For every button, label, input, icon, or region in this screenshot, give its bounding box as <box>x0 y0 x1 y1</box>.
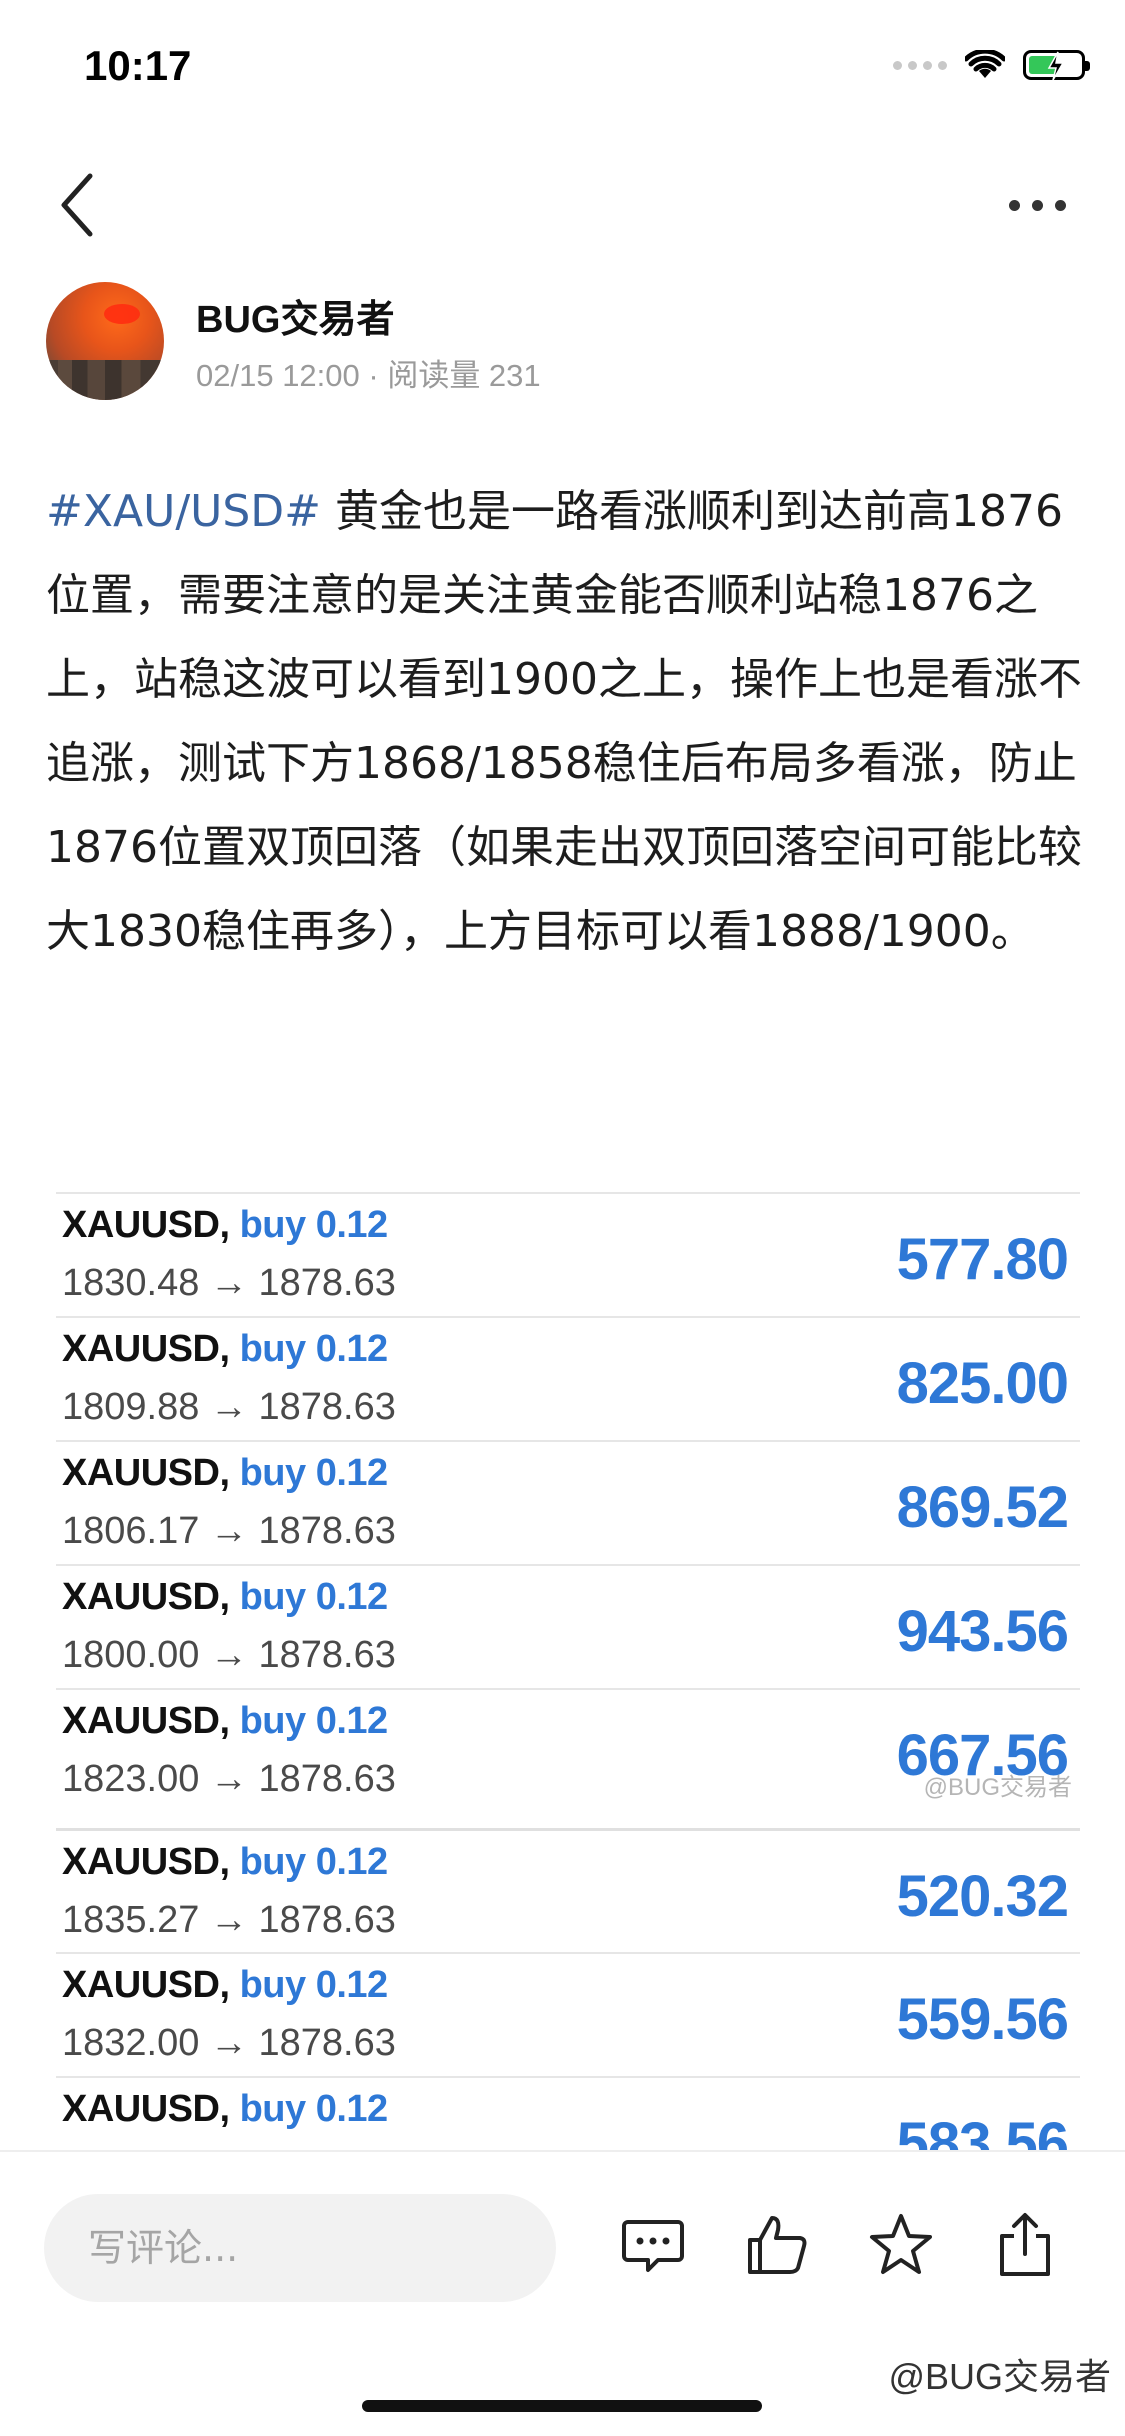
trade-prices: 1806.17 → 1878.63 <box>62 1510 396 1552</box>
like-icon[interactable] <box>742 2210 812 2280</box>
trade-symbol-text: XAUUSD, <box>62 1328 230 1370</box>
trade-profit: 869.52 <box>896 1475 1069 1540</box>
trade-screenshot[interactable]: XAUUSD, buy 0.12 1830.48 → 1878.63 577.80 X… <box>0 1130 1125 2150</box>
trade-direction: buy 0.12 <box>239 1964 389 2006</box>
trade-row: XAUUSD, buy 0.12 1806.17 → 1878.63 869.52 <box>56 1440 1080 1564</box>
trade-symbol-text: XAUUSD, <box>62 1204 230 1246</box>
trade-prices: 1823.00 → 1878.63 <box>62 1758 396 1800</box>
trade-row: XAUUSD, buy 0.12 1835.27 → 1878.63 520.32 <box>56 1828 1080 1952</box>
trade-symbol: XAUUSD, buy 0.12 <box>62 1204 388 1247</box>
trade-direction: buy 0.12 <box>239 1700 389 1742</box>
post-hashtag[interactable]: #XAU/USD# <box>46 486 321 537</box>
trade-direction: buy 0.12 <box>239 2088 389 2130</box>
trade-direction: buy 0.12 <box>239 1576 389 1618</box>
trade-symbol-text: XAUUSD, <box>62 1576 230 1618</box>
home-indicator[interactable] <box>362 2400 762 2412</box>
trade-prices: 1809.88 → 1878.63 <box>62 1386 396 1428</box>
trade-profit: 559.56 <box>896 1987 1069 2052</box>
nav-bar <box>0 160 1125 250</box>
trade-row: XAUUSD, buy 0.12 1823.00 → 1878.63 667.56 @… <box>56 1688 1080 1812</box>
post-body-text: 黄金也是一路看涨顺利到达前高1876位置，需要注意的是关注黄金能否顺利站稳187… <box>46 486 1082 957</box>
trade-prices: 1832.00 → 1878.63 <box>62 2022 396 2064</box>
trade-symbol: XAUUSD, buy 0.12 <box>62 1328 388 1371</box>
trade-symbol-text: XAUUSD, <box>62 2088 230 2130</box>
trade-profit: 825.00 <box>896 1351 1069 1416</box>
author-name[interactable]: BUG交易者 <box>196 288 394 343</box>
trade-row: XAUUSD, buy 0.12 1832.00 → 1878.63 559.56 <box>56 1952 1080 2076</box>
trade-symbol: XAUUSD, buy 0.12 <box>62 1964 388 2007</box>
chevron-left-icon[interactable] <box>52 170 102 240</box>
post-body: #XAU/USD# 黄金也是一路看涨顺利到达前高1876位置，需要注意的是关注黄… <box>46 470 1086 974</box>
trade-watermark: @BUG交易者 <box>923 1774 1072 1801</box>
trade-symbol: XAUUSD, buy 0.12 <box>62 1452 388 1495</box>
trade-row: XAUUSD, buy 0.12 583.56 <box>56 2076 1080 2150</box>
trade-profit: 520.32 <box>896 1864 1069 1929</box>
status-icons <box>893 50 1090 81</box>
favorite-star-icon[interactable] <box>866 2210 936 2280</box>
bottom-action-bar: @BUG交易者 <box>0 2150 1125 2436</box>
comment-input[interactable] <box>44 2194 556 2302</box>
trade-direction: buy 0.12 <box>239 1452 389 1494</box>
trade-symbol-text: XAUUSD, <box>62 1964 230 2006</box>
trade-list: XAUUSD, buy 0.12 1830.48 → 1878.63 577.80 X… <box>56 1192 1080 2150</box>
status-bar: 10:17 <box>0 0 1125 140</box>
trade-profit: 583.56 <box>896 2111 1069 2150</box>
trade-row: XAUUSD, buy 0.12 1830.48 → 1878.63 577.80 <box>56 1192 1080 1316</box>
status-time: 10:17 <box>84 42 192 89</box>
trade-row: XAUUSD, buy 0.12 1800.00 → 1878.63 943.56 <box>56 1564 1080 1688</box>
trade-prices: 1800.00 → 1878.63 <box>62 1634 396 1676</box>
watermark: @BUG交易者 <box>888 2356 1111 2397</box>
trade-direction: buy 0.12 <box>239 1328 389 1370</box>
trade-symbol: XAUUSD, buy 0.12 <box>62 2088 388 2131</box>
wifi-icon <box>965 50 1005 78</box>
cellular-signal-icon <box>893 60 947 70</box>
trade-symbol: XAUUSD, buy 0.12 <box>62 1841 388 1884</box>
more-horizontal-icon[interactable] <box>1009 190 1079 220</box>
author-header: BUG交易者 02/15 12:00 · 阅读量 231 <box>46 282 1086 402</box>
trade-symbol: XAUUSD, buy 0.12 <box>62 1576 388 1619</box>
trade-symbol-text: XAUUSD, <box>62 1700 230 1742</box>
trade-direction: buy 0.12 <box>239 1841 389 1883</box>
trade-profit: 943.56 <box>896 1599 1069 1664</box>
avatar[interactable] <box>46 282 164 400</box>
comment-icon[interactable] <box>618 2210 688 2280</box>
trade-symbol-text: XAUUSD, <box>62 1452 230 1494</box>
trade-profit: 577.80 <box>896 1227 1069 1292</box>
trade-row: XAUUSD, buy 0.12 1809.88 → 1878.63 825.00 <box>56 1316 1080 1440</box>
battery-icon <box>1023 50 1090 81</box>
trade-prices: 1835.27 → 1878.63 <box>62 1899 396 1941</box>
trade-symbol-text: XAUUSD, <box>62 1841 230 1883</box>
trade-prices: 1830.48 → 1878.63 <box>62 1262 396 1304</box>
trade-symbol: XAUUSD, buy 0.12 <box>62 1700 388 1743</box>
share-icon[interactable] <box>990 2210 1060 2280</box>
post-meta: 02/15 12:00 · 阅读量 231 <box>196 358 541 393</box>
trade-direction: buy 0.12 <box>239 1204 389 1246</box>
